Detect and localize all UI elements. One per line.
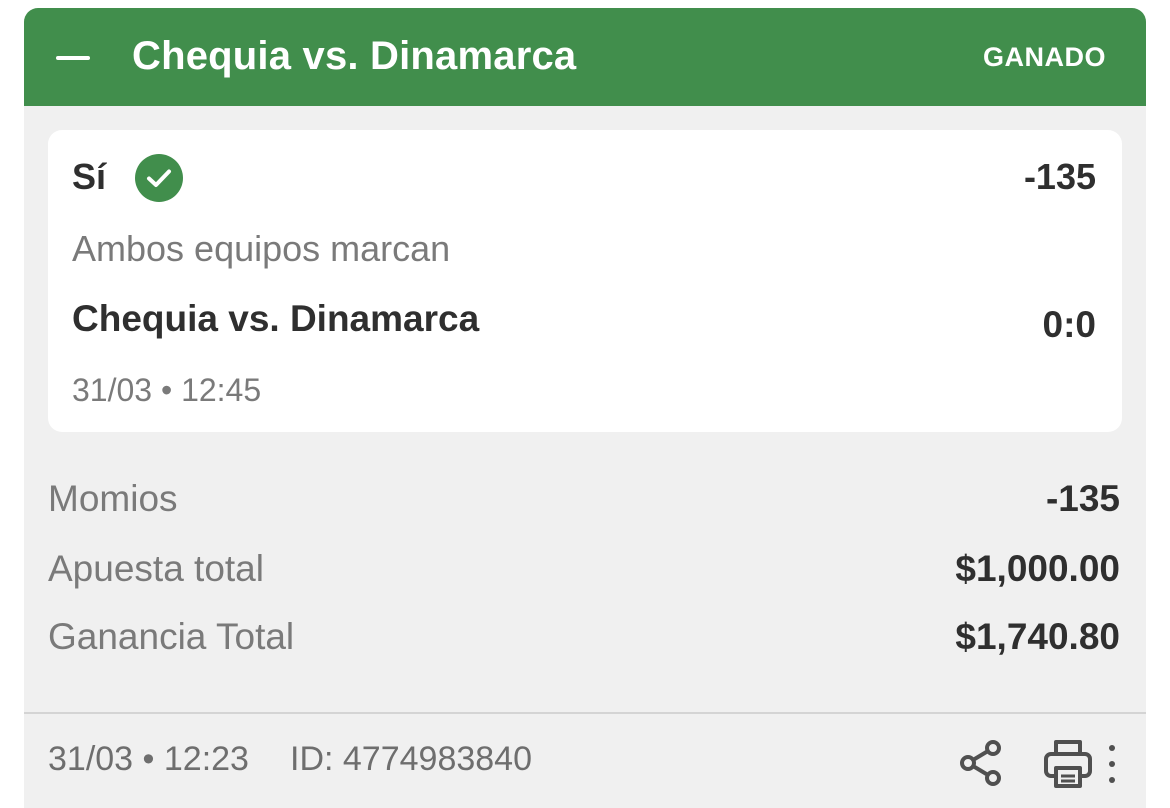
status-badge: GANADO bbox=[983, 42, 1106, 72]
summary-row-stake: Apuesta total $1,000.00 bbox=[48, 548, 1120, 598]
event-score: 0:0 bbox=[1042, 304, 1096, 345]
event-name: Chequia vs. Dinamarca bbox=[72, 298, 480, 339]
market-name: Ambos equipos marcan bbox=[72, 228, 451, 269]
print-icon[interactable] bbox=[1042, 738, 1094, 790]
summary-value: $1,000.00 bbox=[955, 548, 1120, 589]
divider bbox=[24, 712, 1146, 714]
bet-card: Chequia vs. Dinamarca GANADO Sí -135 Amb… bbox=[24, 8, 1146, 808]
selection-odds: -135 bbox=[1023, 156, 1096, 197]
selection-card: Sí -135 Ambos equipos marcan Chequia vs.… bbox=[48, 130, 1122, 432]
summary-value: $1,740.80 bbox=[955, 616, 1120, 657]
share-icon[interactable] bbox=[956, 738, 1006, 788]
summary-label: Momios bbox=[48, 478, 178, 519]
summary-value: -135 bbox=[1045, 478, 1120, 519]
summary-row-odds: Momios -135 bbox=[48, 478, 1120, 528]
more-vertical-icon[interactable] bbox=[1102, 742, 1122, 786]
summary-label: Apuesta total bbox=[48, 548, 264, 589]
bet-id: ID: 4774983840 bbox=[290, 740, 532, 778]
selection-label: Sí bbox=[72, 156, 107, 197]
minus-icon[interactable] bbox=[54, 38, 94, 78]
summary-label: Ganancia Total bbox=[48, 616, 295, 657]
bet-title: Chequia vs. Dinamarca bbox=[132, 34, 577, 78]
bet-datetime: 31/03 • 12:23 bbox=[48, 740, 249, 778]
check-circle-icon bbox=[135, 154, 183, 202]
event-datetime: 31/03 • 12:45 bbox=[72, 372, 262, 408]
summary-row-winnings: Ganancia Total $1,740.80 bbox=[48, 616, 1120, 666]
bet-header[interactable]: Chequia vs. Dinamarca GANADO bbox=[24, 8, 1146, 106]
